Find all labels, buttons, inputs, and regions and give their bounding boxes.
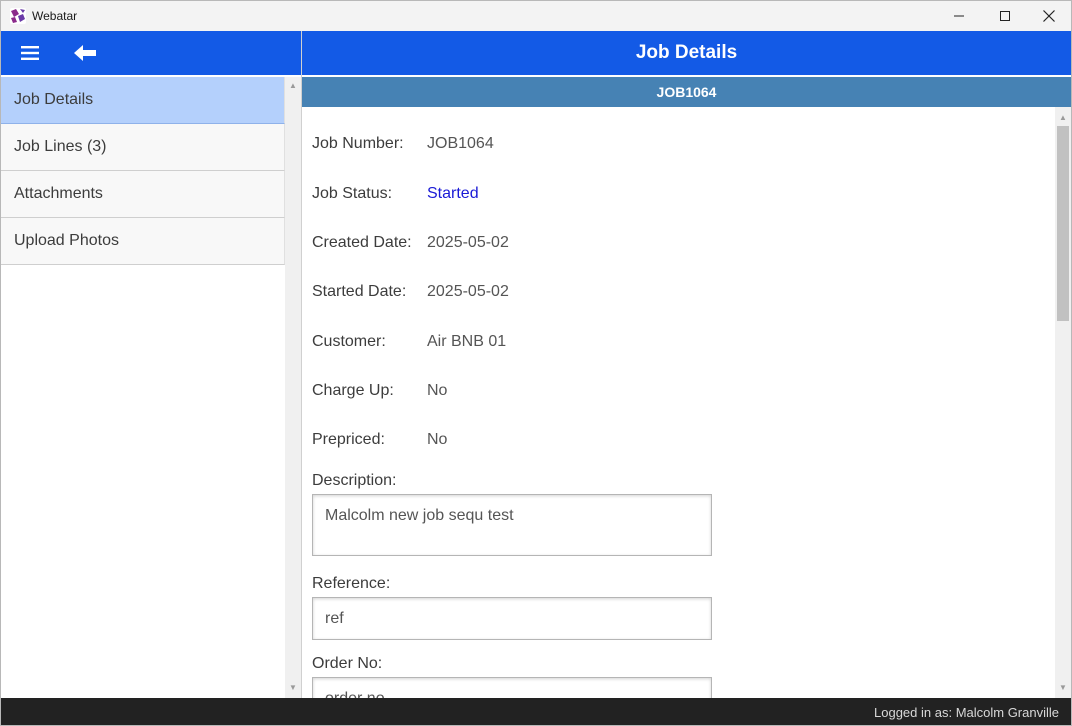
scrollbar-thumb[interactable]: [1057, 126, 1069, 321]
scroll-up-icon[interactable]: ▲: [289, 82, 297, 90]
started-date-value: 2025-05-02: [427, 283, 509, 300]
arrow-left-icon: [74, 45, 96, 61]
job-id-label: JOB1064: [656, 84, 717, 100]
charge-up-label: Charge Up:: [312, 382, 394, 399]
order-no-input[interactable]: order no: [312, 677, 712, 698]
scroll-down-icon[interactable]: ▼: [289, 684, 297, 692]
scroll-down-icon[interactable]: ▼: [1059, 684, 1067, 692]
reference-input[interactable]: ref: [312, 597, 712, 640]
page-header: Job Details: [302, 31, 1071, 75]
description-label: Description:: [312, 472, 397, 489]
logged-in-user: Logged in as: Malcolm Granville: [874, 705, 1059, 720]
minimize-icon: [954, 15, 964, 17]
sidebar-item-label: Job Lines (3): [14, 138, 107, 155]
job-id-bar: JOB1064: [302, 77, 1071, 107]
sidebar-item-label: Job Details: [14, 91, 94, 108]
page-title: Job Details: [635, 42, 738, 63]
charge-up-value: No: [427, 382, 448, 399]
sidebar-item-job-details[interactable]: Job Details: [1, 77, 285, 124]
prepriced-value: No: [427, 431, 448, 448]
maximize-button[interactable]: [982, 1, 1028, 31]
sidebar-item-attachments[interactable]: Attachments: [1, 171, 285, 218]
window-title: Webatar: [32, 9, 78, 23]
sidebar-item-job-lines[interactable]: Job Lines (3): [1, 124, 285, 171]
app-window: Webatar Job Details JOB1064 Job Details …: [0, 0, 1072, 726]
customer-value: Air BNB 01: [427, 333, 507, 350]
started-date-label: Started Date:: [312, 283, 407, 300]
job-status-label: Job Status:: [312, 185, 393, 202]
job-details-content: Job Number: JOB1064 Job Status: Started …: [302, 107, 1055, 698]
reference-label: Reference:: [312, 575, 391, 592]
sidebar-scrollbar[interactable]: ▲ ▼: [285, 77, 301, 698]
description-textarea[interactable]: Malcolm new job sequ test: [312, 494, 712, 556]
created-date-label: Created Date:: [312, 234, 412, 251]
scroll-up-icon[interactable]: ▲: [1059, 114, 1067, 122]
prepriced-label: Prepriced:: [312, 431, 385, 448]
app-logo-icon: [10, 8, 26, 24]
job-number-value: JOB1064: [427, 135, 494, 152]
back-button[interactable]: [69, 42, 101, 64]
minimize-button[interactable]: [936, 1, 982, 31]
job-number-label: Job Number:: [312, 135, 404, 152]
maximize-icon: [1000, 11, 1010, 21]
order-no-label: Order No:: [312, 655, 383, 672]
created-date-value: 2025-05-02: [427, 234, 509, 251]
close-button[interactable]: [1026, 1, 1071, 31]
content-scrollbar[interactable]: ▲ ▼: [1055, 107, 1071, 698]
close-icon: [1043, 10, 1055, 22]
job-status-value: Started: [427, 185, 479, 202]
status-bar: Logged in as: Malcolm Granville: [1, 698, 1071, 725]
menu-button[interactable]: [15, 42, 45, 64]
hamburger-icon: [21, 46, 39, 60]
customer-label: Customer:: [312, 333, 386, 350]
sidebar-item-label: Attachments: [14, 185, 103, 202]
sidebar-item-label: Upload Photos: [14, 232, 119, 249]
title-bar[interactable]: Webatar: [1, 1, 1071, 31]
sidebar-header: [1, 31, 301, 75]
sidebar-item-upload-photos[interactable]: Upload Photos: [1, 218, 285, 265]
sidebar: Job Details Job Lines (3) Attachments Up…: [1, 77, 285, 698]
